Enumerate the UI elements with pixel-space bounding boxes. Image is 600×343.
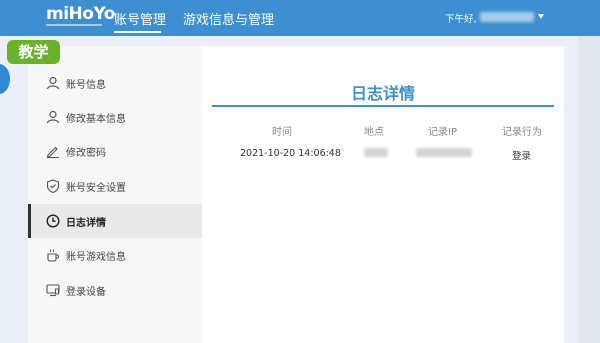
column-header-ip: 记录IP (428, 127, 457, 138)
username-redacted[interactable] (480, 12, 534, 22)
column-header-action: 记录行为 (502, 127, 542, 138)
mihoyo-logo[interactable]: miHoYo (46, 6, 115, 23)
sidebar-item-label: 登录设备 (66, 287, 106, 298)
sidebar: 账号信息 修改基本信息 修改密码 账号安全设置 日志详情 账号游戏信息 登录设备 (28, 46, 202, 343)
sidebar-item-log-details[interactable]: 日志详情 (28, 204, 202, 238)
nav-account-management[interactable]: 账号管理 (114, 9, 166, 28)
pencil-icon (46, 146, 59, 158)
sidebar-item-login-devices[interactable]: 登录设备 (28, 273, 202, 307)
coffee-cup-icon (47, 249, 60, 262)
sidebar-item-label: 账号信息 (66, 80, 106, 91)
column-header-location: 地点 (364, 127, 384, 138)
page-title: 日志详情 (350, 84, 415, 103)
chevron-down-icon[interactable] (538, 14, 544, 19)
device-icon (46, 284, 60, 297)
background-strip (578, 36, 600, 343)
sidebar-item-label: 账号游戏信息 (66, 252, 126, 263)
user-icon (46, 76, 60, 90)
top-nav-bar: miHoYo 账号管理 游戏信息与管理 下午好, (0, 0, 600, 36)
nav-active-indicator (114, 31, 161, 33)
user-edit-icon (46, 110, 60, 124)
logo-tagline (46, 24, 102, 26)
sidebar-item-edit-info[interactable]: 修改基本信息 (28, 100, 202, 134)
log-details-panel: 日志详情 时间 地点 记录IP 记录行为 2021-10-20 14:06:48… (202, 46, 564, 343)
sidebar-item-change-password[interactable]: 修改密码 (28, 134, 202, 168)
sidebar-item-account-info[interactable]: 账号信息 (28, 66, 202, 100)
log-ip-redacted (416, 148, 472, 157)
column-header-time: 时间 (272, 127, 292, 138)
sidebar-item-label: 账号安全设置 (66, 183, 126, 194)
shield-check-icon (46, 179, 60, 193)
log-location-redacted (364, 148, 388, 157)
tutorial-badge: 教学 (7, 40, 60, 64)
title-underline (212, 105, 554, 107)
log-time: 2021-10-20 14:06:48 (240, 148, 341, 159)
sidebar-item-label: 修改密码 (66, 148, 106, 159)
sidebar-item-label: 修改基本信息 (66, 114, 126, 125)
sidebar-item-game-info[interactable]: 账号游戏信息 (28, 238, 202, 272)
clock-icon (46, 214, 60, 228)
side-float-button[interactable] (0, 64, 10, 94)
nav-game-info[interactable]: 游戏信息与管理 (183, 9, 274, 28)
sidebar-item-label: 日志详情 (66, 218, 106, 229)
sidebar-item-security[interactable]: 账号安全设置 (28, 169, 202, 203)
log-action: 登录 (512, 151, 532, 162)
